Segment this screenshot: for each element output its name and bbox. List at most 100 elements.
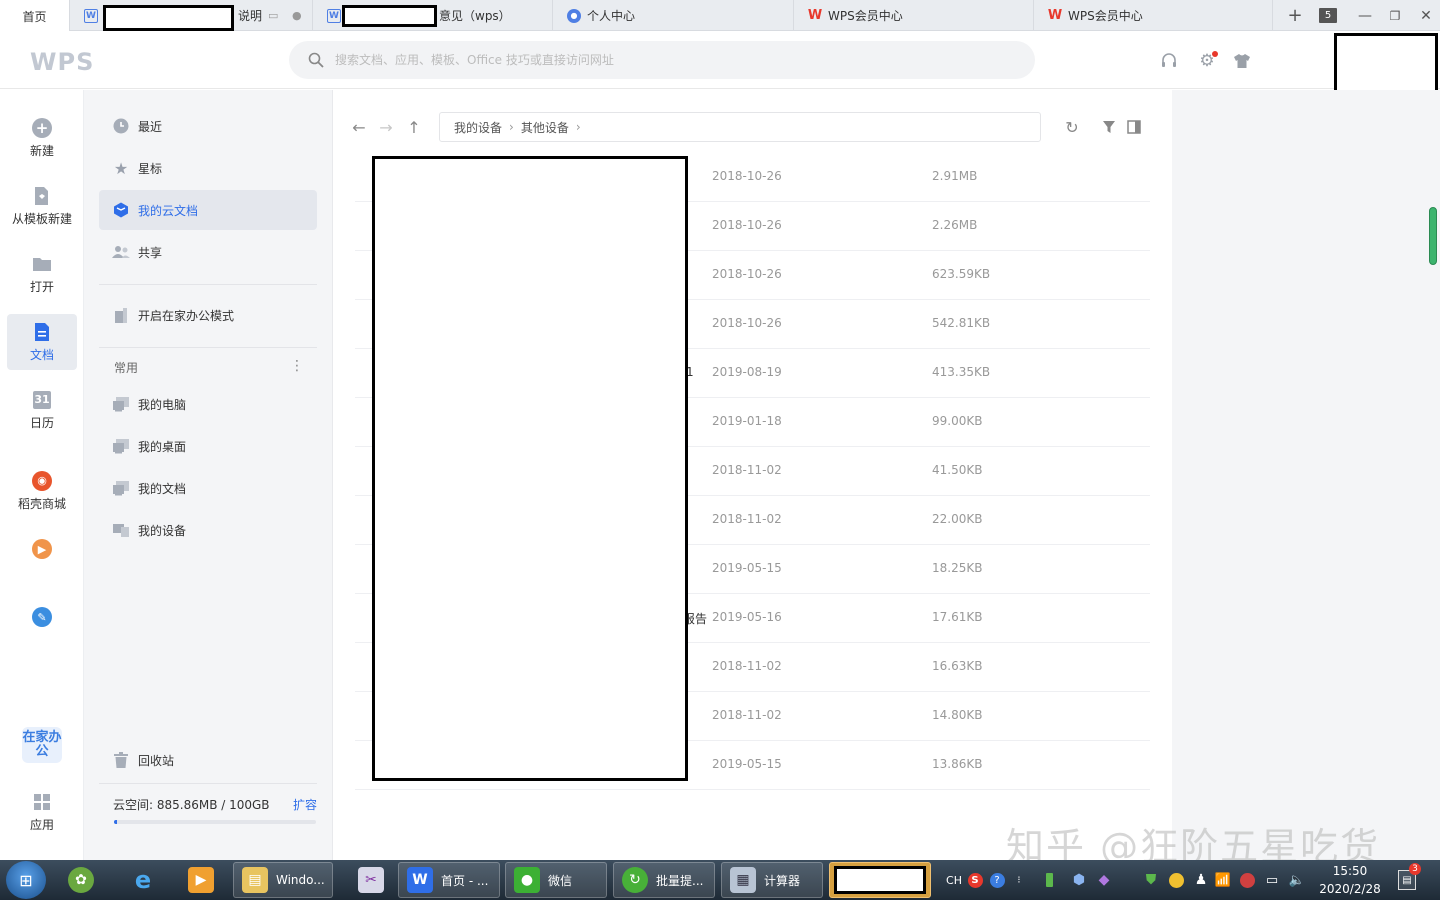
clock-time: 15:50 bbox=[1332, 864, 1368, 878]
filter-icon[interactable] bbox=[1100, 118, 1118, 136]
refresh-icon[interactable]: ↻ bbox=[1063, 118, 1081, 137]
quota-progress-fill bbox=[114, 820, 118, 824]
sidebar-item-cloud-docs[interactable]: 我的云文档 bbox=[99, 190, 317, 230]
tab-wps-member-1[interactable]: W WPS会员中心 bbox=[794, 0, 1034, 31]
back-arrow-icon[interactable]: ← bbox=[349, 118, 369, 137]
taskbar-app-wps[interactable]: W 首页 - ... bbox=[398, 862, 500, 898]
sidebar-item-shared[interactable]: 共享 bbox=[99, 232, 317, 272]
folder-icon: ▤ bbox=[242, 867, 268, 893]
security-shield-icon[interactable]: ⛊ bbox=[1142, 860, 1160, 900]
input-method-label[interactable]: CH bbox=[944, 860, 964, 900]
sidebar-item-my-documents[interactable]: 我的文档 bbox=[99, 468, 317, 508]
help-icon[interactable]: ? bbox=[988, 860, 1006, 900]
breadcrumb[interactable]: 我的设备 › 其他设备 › bbox=[439, 112, 1041, 142]
ime-options-icon[interactable]: ⁝ bbox=[1010, 860, 1028, 900]
docer-shell-icon: ◉ bbox=[32, 470, 52, 491]
meeting-icon: ▶ bbox=[32, 539, 52, 559]
forward-arrow-icon[interactable]: → bbox=[376, 118, 396, 137]
panel-toggle-icon[interactable] bbox=[1125, 118, 1143, 136]
file-date: 2019-01-18 bbox=[712, 414, 782, 428]
file-date: 2019-05-15 bbox=[712, 757, 782, 771]
sidebar-item-label: 最近 bbox=[138, 119, 163, 134]
network-icon[interactable]: ▭ bbox=[1263, 860, 1281, 900]
more-options-icon[interactable]: ⋮ bbox=[290, 358, 304, 374]
game-tray-icon[interactable]: ◆ bbox=[1095, 860, 1113, 900]
nav-apps[interactable]: 应用 bbox=[7, 784, 77, 840]
chat-tray-icon[interactable] bbox=[1167, 860, 1185, 900]
sidebar-item-starred[interactable]: ★ 星标 bbox=[99, 148, 317, 188]
close-icon[interactable]: ✕ bbox=[1416, 0, 1436, 31]
nav-calendar[interactable]: 31 日历 bbox=[7, 382, 77, 438]
network-app-tray-icon[interactable]: ⬢ bbox=[1070, 860, 1088, 900]
system-clock[interactable]: 15:50 2020/2/28 bbox=[1318, 862, 1382, 898]
clock-icon bbox=[111, 116, 131, 136]
search-bar[interactable] bbox=[289, 41, 1035, 79]
tab-wps-member-2[interactable]: W WPS会员中心 bbox=[1034, 0, 1273, 31]
restore-icon[interactable]: ❐ bbox=[1385, 0, 1405, 31]
tab-bar: 首页 W 说明 ▭ ● W 意见（wps） ● 个人中心 W WPS会员中心 W… bbox=[0, 0, 1440, 32]
file-date: 2018-11-02 bbox=[712, 708, 782, 722]
tab-doc-1-label: 说明 bbox=[238, 9, 263, 23]
nav-docer-mall[interactable]: ◉ 稻壳商城 bbox=[7, 463, 77, 519]
tab-home[interactable]: 首页 bbox=[0, 0, 70, 32]
taskbar-app-explorer[interactable]: ▤ Windo... bbox=[233, 862, 333, 898]
nav-documents-label: 文档 bbox=[29, 347, 54, 362]
headset-icon[interactable] bbox=[1158, 50, 1180, 72]
qq-penguin-icon[interactable]: ♟ bbox=[1192, 860, 1210, 900]
nav-new-from-template[interactable]: 从模板新建 bbox=[7, 178, 77, 234]
sidebar-item-home-office[interactable]: 开启在家办公模式 bbox=[99, 295, 317, 335]
nav-new-from-template-label: 从模板新建 bbox=[11, 211, 72, 226]
skin-shirt-icon[interactable] bbox=[1231, 50, 1253, 72]
nav-open[interactable]: 打开 bbox=[7, 246, 77, 302]
minimize-icon[interactable]: — bbox=[1355, 0, 1375, 31]
breadcrumb-item[interactable]: 其他设备 bbox=[521, 119, 569, 136]
battery-tray-icon[interactable] bbox=[1040, 860, 1058, 900]
home-office-badge[interactable]: 在家办公 bbox=[22, 727, 62, 763]
antivirus-tray-icon[interactable] bbox=[1238, 860, 1256, 900]
sogou-ime-icon[interactable]: S bbox=[966, 860, 984, 900]
wps-logo[interactable]: WPS bbox=[30, 48, 94, 76]
clock-date: 2020/2/28 bbox=[1319, 882, 1381, 896]
scrollbar-thumb[interactable] bbox=[1429, 207, 1437, 265]
taskbar-app-media[interactable]: ✿ bbox=[60, 862, 104, 898]
taskbar-app-wechat[interactable]: ● 微信 bbox=[505, 862, 607, 898]
tab-personal-center[interactable]: ● 个人中心 bbox=[553, 0, 794, 31]
tab-count-badge: 5 bbox=[1319, 8, 1337, 23]
sidebar-item-my-devices[interactable]: 我的设备 bbox=[99, 510, 317, 550]
volume-icon[interactable]: 🔈 bbox=[1288, 860, 1306, 900]
nav-new-label: 新建 bbox=[29, 143, 54, 158]
notification-dot bbox=[1212, 51, 1218, 57]
nav-meeting-app[interactable]: ▶ bbox=[7, 521, 77, 577]
nav-new[interactable]: + 新建 bbox=[7, 110, 77, 166]
file-size: 99.00KB bbox=[932, 414, 983, 428]
todo-check-icon: ✎ bbox=[32, 607, 52, 627]
sidebar-item-my-desktop[interactable]: 我的桌面 bbox=[99, 426, 317, 466]
taskbar-app-calculator[interactable]: ▦ 计算器 bbox=[721, 862, 823, 898]
taskbar-app-ie[interactable]: e bbox=[122, 862, 166, 898]
unsaved-dot-icon: ● bbox=[292, 9, 302, 22]
file-size: 2.26MB bbox=[932, 218, 978, 232]
taskbar-app-tool[interactable]: ✂ bbox=[350, 862, 394, 898]
search-input[interactable] bbox=[335, 53, 935, 67]
folder-icon bbox=[32, 254, 52, 274]
file-size: 16.63KB bbox=[932, 659, 983, 673]
sidebar-item-recent[interactable]: 最近 bbox=[99, 106, 317, 146]
settings-gear-icon[interactable]: ⚙ bbox=[1196, 50, 1218, 72]
wifi-tray-icon[interactable]: 📶 bbox=[1214, 860, 1232, 900]
tab-list-button[interactable]: 5 bbox=[1316, 0, 1340, 31]
nav-todo-app[interactable]: ✎ bbox=[7, 589, 77, 645]
start-button[interactable]: ⊞ bbox=[6, 861, 46, 899]
breadcrumb-item[interactable]: 我的设备 bbox=[454, 119, 502, 136]
action-center-icon[interactable]: ▤ 3 bbox=[1398, 863, 1421, 890]
app-header: WPS ⚙ bbox=[0, 31, 1440, 99]
frequent-section-label: 常用 bbox=[114, 361, 139, 375]
taskbar-app-batch[interactable]: ↻ 批量提... bbox=[613, 862, 715, 898]
taskbar-app-video[interactable]: ▶ bbox=[180, 862, 224, 898]
nav-documents[interactable]: 文档 bbox=[7, 314, 77, 370]
sidebar-item-my-computer[interactable]: 我的电脑 bbox=[99, 384, 317, 424]
sidebar-item-recycle-bin[interactable]: 回收站 bbox=[99, 740, 317, 780]
wechat-icon: ● bbox=[514, 867, 540, 893]
new-tab-button[interactable]: + bbox=[1284, 0, 1306, 31]
expand-storage-link[interactable]: 扩容 bbox=[293, 796, 317, 813]
up-arrow-icon[interactable]: ↑ bbox=[404, 118, 424, 137]
